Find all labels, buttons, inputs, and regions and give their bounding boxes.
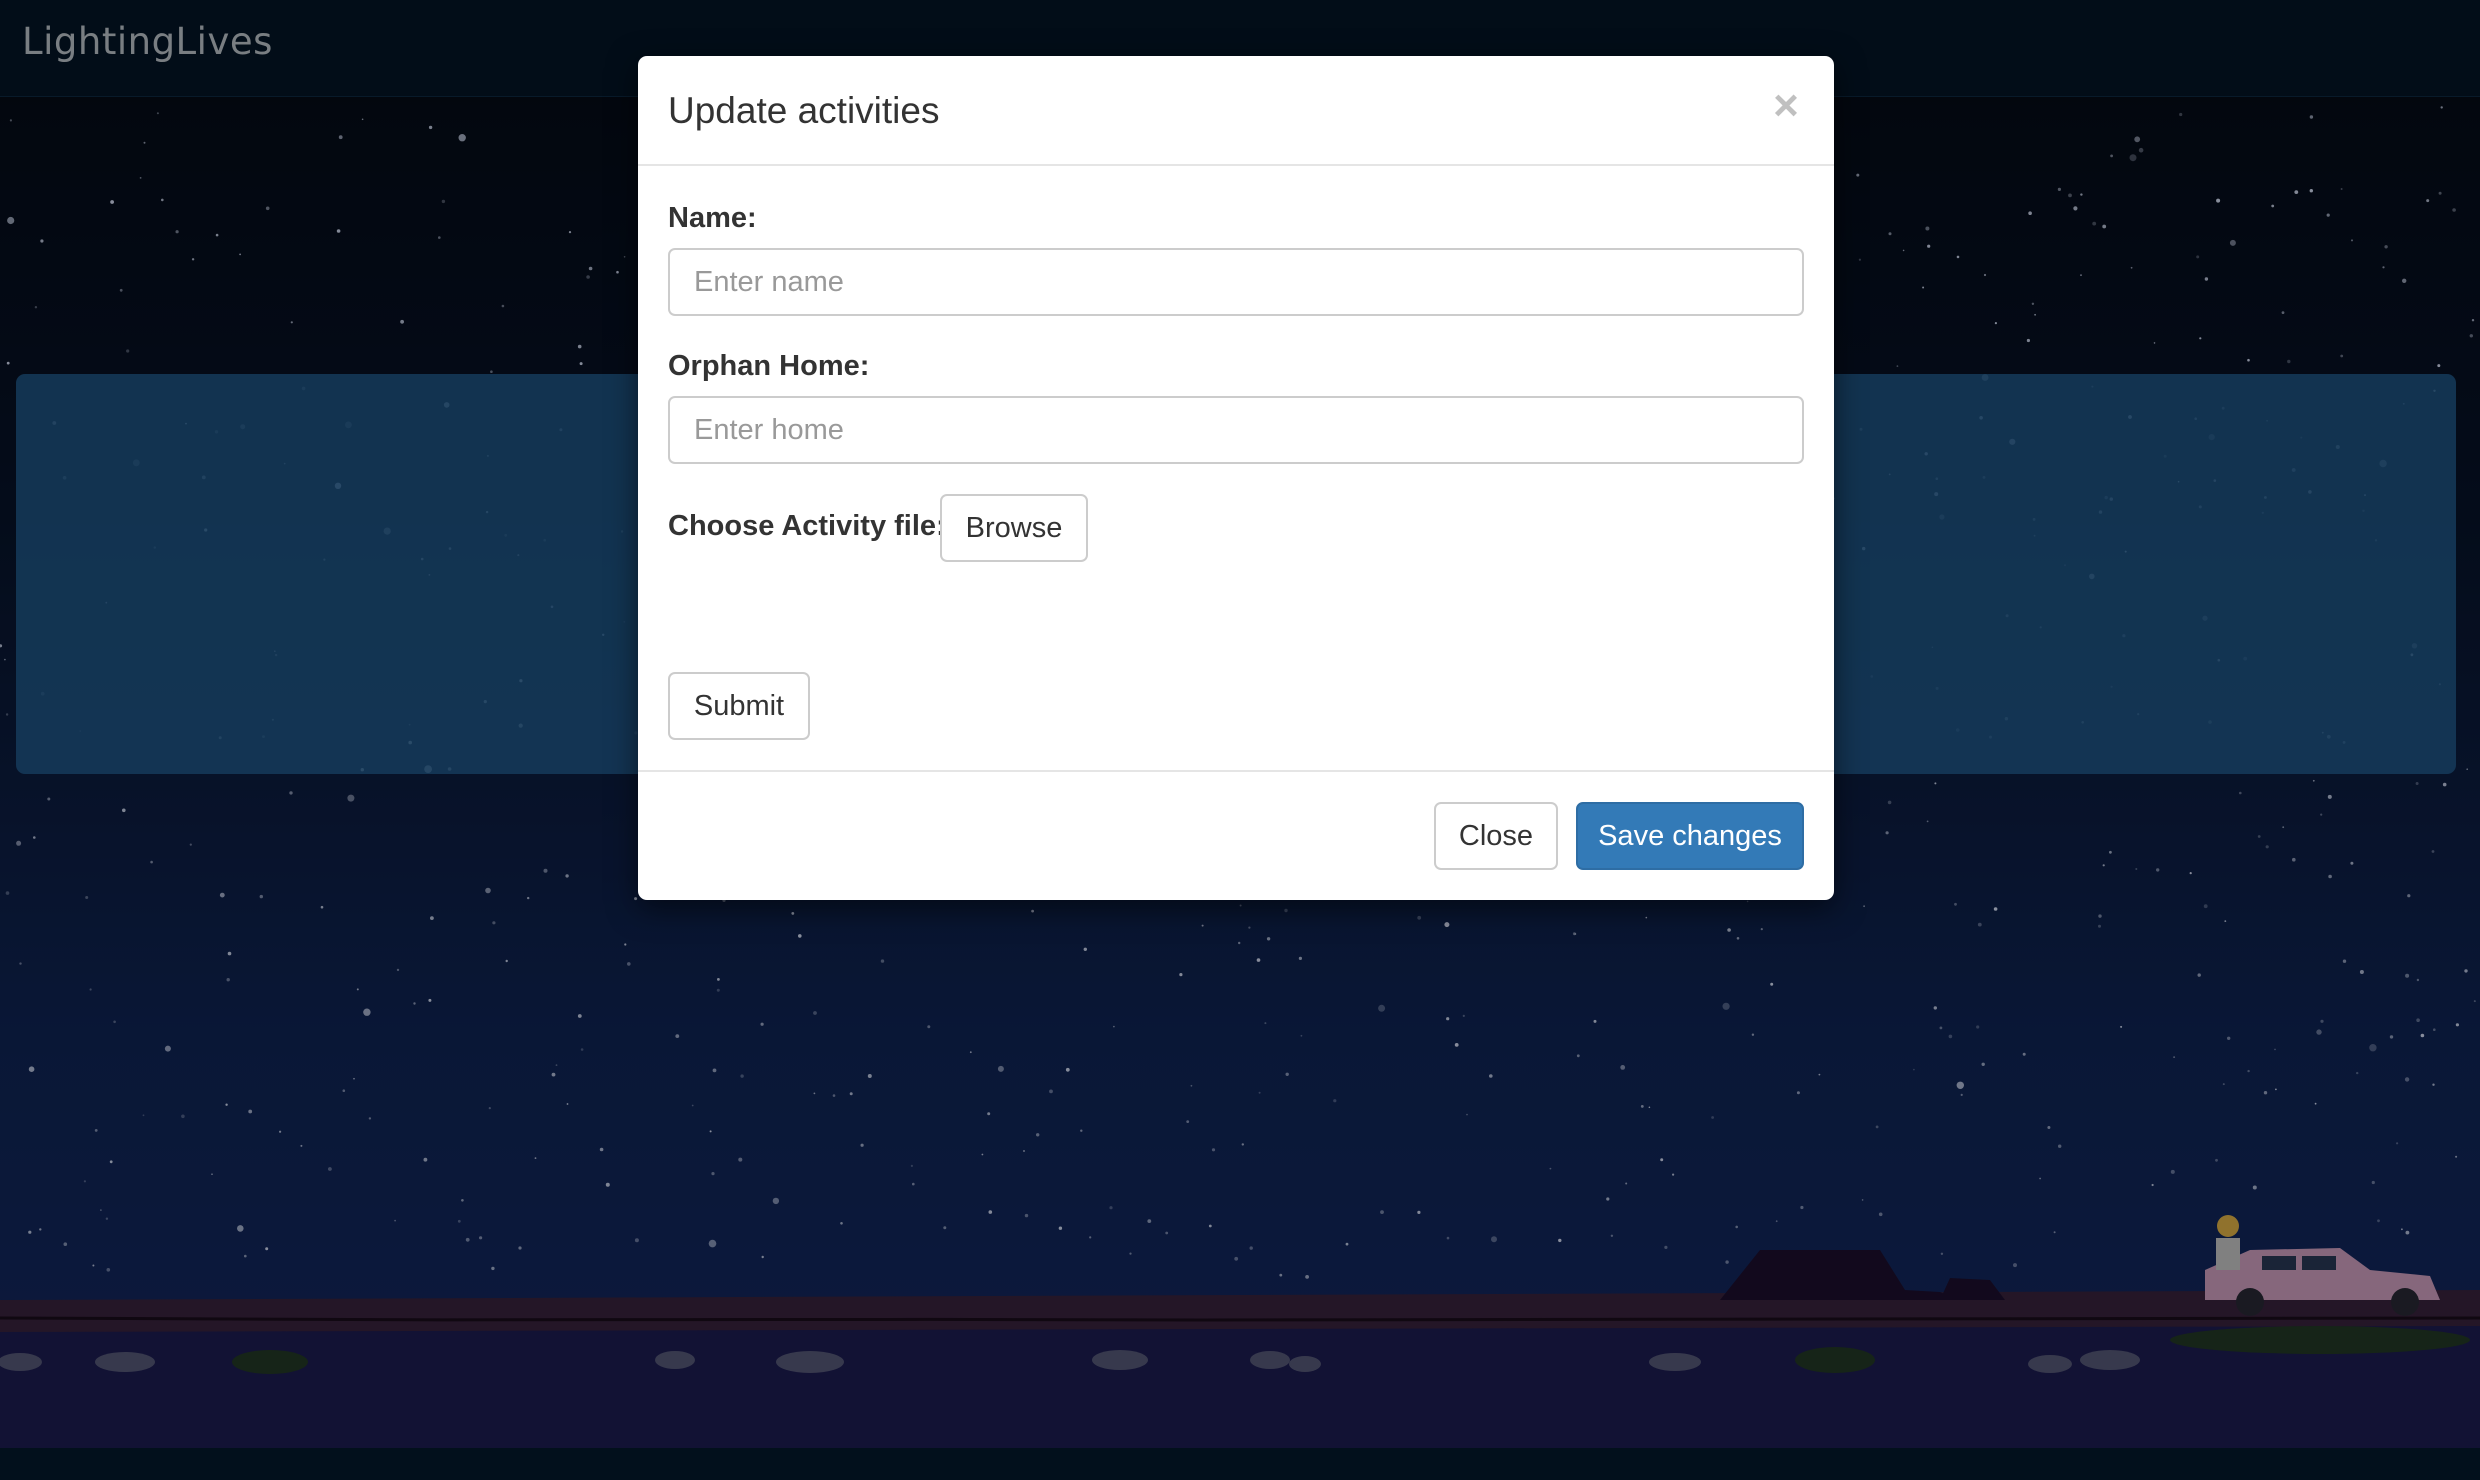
name-label: Name: <box>668 202 757 234</box>
name-input[interactable] <box>668 248 1804 316</box>
submit-button[interactable]: Submit <box>668 672 810 740</box>
activity-file-label: Choose Activity file: <box>668 510 946 542</box>
browse-button[interactable]: Browse <box>940 494 1088 562</box>
orphan-home-label: Orphan Home: <box>668 350 870 382</box>
close-button[interactable]: Close <box>1434 802 1558 870</box>
modal-title: Update activities <box>668 90 940 131</box>
modal-header: Update activities × <box>638 56 1834 166</box>
modal-footer: Close Save changes <box>638 770 1834 900</box>
save-changes-button[interactable]: Save changes <box>1576 802 1804 870</box>
update-activities-modal: Update activities × Name: Orphan Home: C… <box>638 56 1834 900</box>
close-icon[interactable]: × <box>1768 82 1804 130</box>
orphan-home-input[interactable] <box>668 396 1804 464</box>
